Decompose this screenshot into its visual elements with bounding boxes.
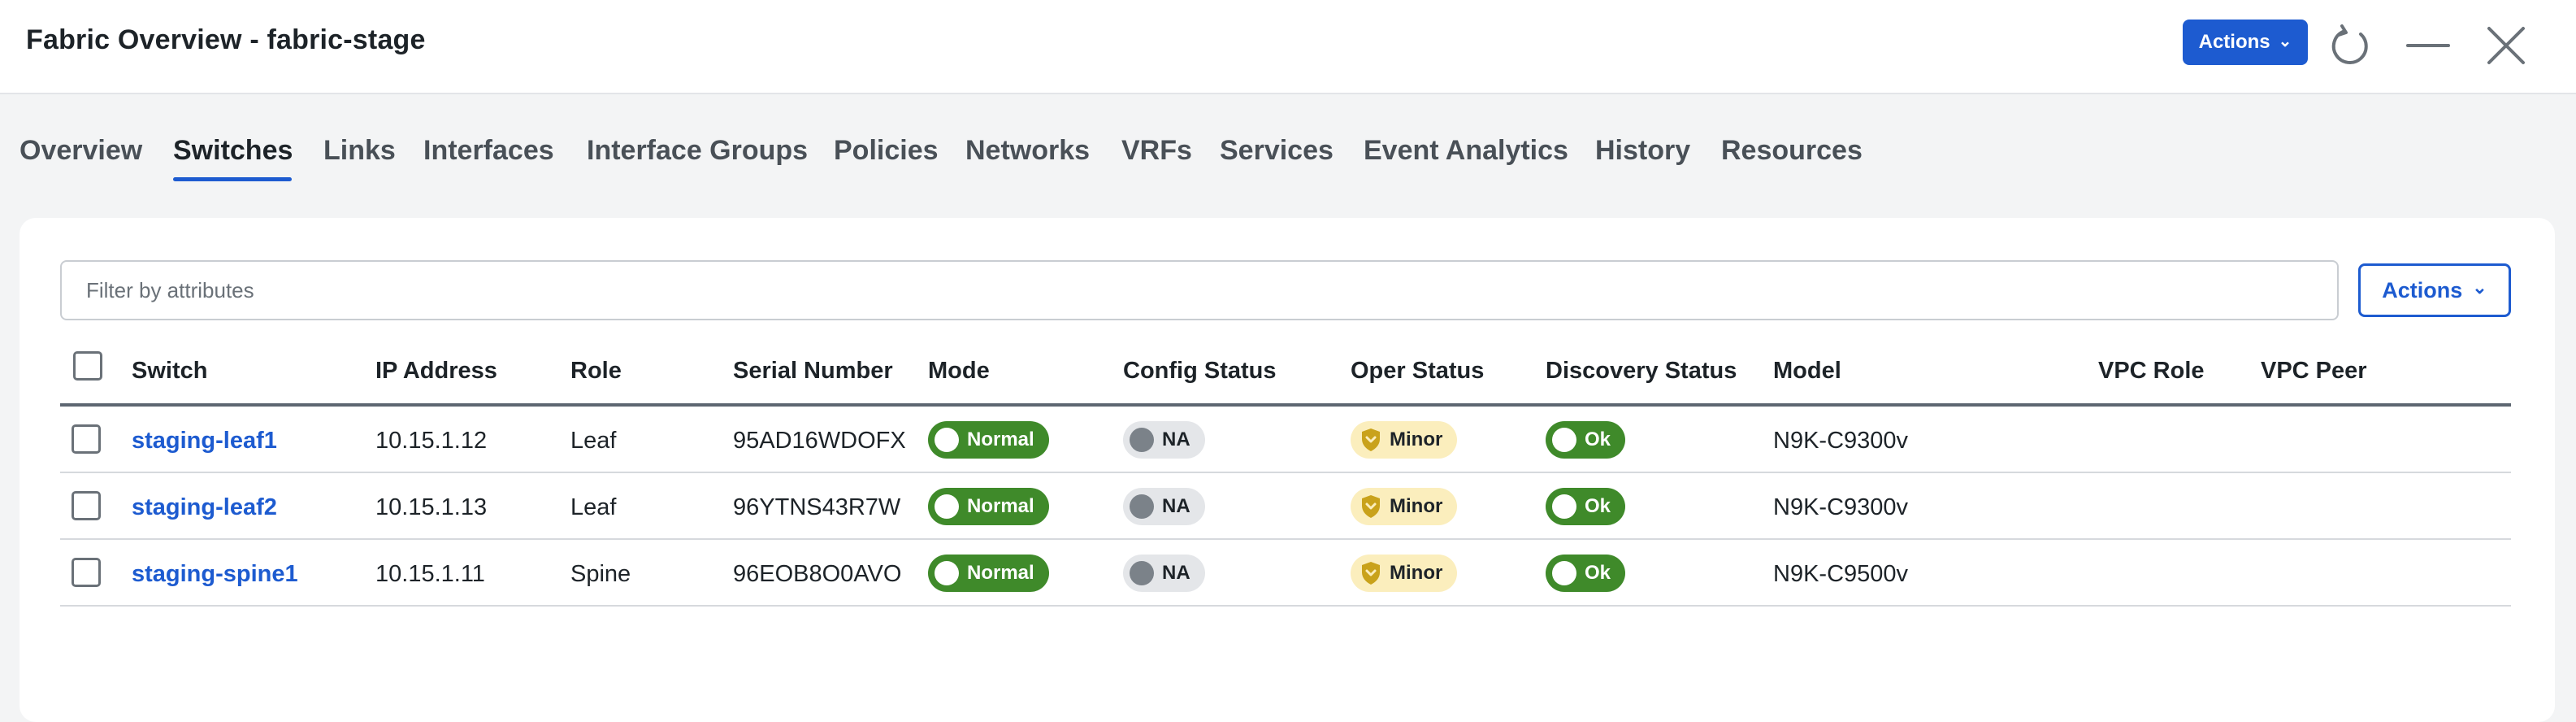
title-bar: Fabric Overview - fabric-stage Actions ⌄: [0, 0, 2576, 94]
column-header-role[interactable]: Role: [570, 358, 622, 385]
discovery-status-badge: Ok: [1546, 555, 1626, 592]
mode-label: Normal: [967, 495, 1034, 517]
refresh-icon: [2331, 24, 2368, 64]
role: Leaf: [570, 494, 617, 520]
actions-dropdown-button[interactable]: Actions ⌄: [2183, 20, 2308, 65]
role: Leaf: [570, 428, 617, 454]
chevron-down-icon: ⌄: [2472, 277, 2487, 298]
tab-policies[interactable]: Policies: [834, 135, 939, 167]
window-title: Fabric Overview - fabric-stage: [26, 24, 426, 55]
discovery-status-label: Ok: [1585, 495, 1611, 517]
config-status-label: NA: [1162, 428, 1190, 450]
tab-resources[interactable]: Resources: [1721, 135, 1863, 167]
tab-bar: Overview Switches Links Interfaces Inter…: [0, 122, 2576, 195]
tab-overview[interactable]: Overview: [20, 135, 142, 167]
oper-status-label: Minor: [1390, 562, 1443, 584]
ip-address: 10.15.1.12: [375, 428, 488, 454]
shield-warning-icon: [1360, 561, 1381, 585]
tab-event-analytics[interactable]: Event Analytics: [1364, 135, 1568, 167]
status-dot-icon: [1130, 494, 1154, 519]
column-header-mode[interactable]: Mode: [928, 358, 990, 385]
discovery-status-label: Ok: [1585, 428, 1611, 450]
table-actions-button[interactable]: Actions ⌄: [2358, 263, 2511, 317]
tab-history[interactable]: History: [1595, 135, 1690, 167]
tab-networks[interactable]: Networks: [965, 135, 1090, 167]
column-header-model[interactable]: Model: [1773, 358, 1841, 385]
tab-services[interactable]: Services: [1220, 135, 1334, 167]
close-button[interactable]: [2480, 20, 2532, 72]
mode-badge: Normal: [928, 488, 1049, 525]
oper-status-label: Minor: [1390, 495, 1443, 517]
model: N9K-C9300v: [1773, 428, 1909, 454]
status-dot-icon: [935, 494, 959, 519]
table-row[interactable]: staging-spine1 10.15.1.11 Spine 96EOB8O0…: [60, 540, 2511, 607]
discovery-status-badge: Ok: [1546, 488, 1626, 525]
role: Spine: [570, 561, 631, 587]
tab-switches[interactable]: Switches: [173, 135, 293, 167]
minimize-icon: [2406, 44, 2450, 47]
table-row[interactable]: staging-leaf1 10.15.1.12 Leaf 95AD16WDOF…: [60, 407, 2511, 473]
switch-name-link[interactable]: staging-leaf2: [132, 494, 277, 521]
ip-address: 10.15.1.13: [375, 494, 488, 520]
active-tab-indicator: [173, 177, 292, 181]
mode-label: Normal: [967, 562, 1034, 584]
serial-number: 96EOB8O0AVO: [733, 561, 902, 587]
column-header-vpc-role[interactable]: VPC Role: [2098, 358, 2205, 385]
column-header-ip-address[interactable]: IP Address: [375, 358, 497, 385]
status-dot-icon: [1552, 428, 1576, 452]
serial-number: 95AD16WDOFX: [733, 428, 906, 454]
tab-interfaces[interactable]: Interfaces: [423, 135, 554, 167]
close-icon: [2487, 27, 2525, 64]
row-checkbox[interactable]: [72, 491, 101, 520]
table-actions-label: Actions: [2382, 277, 2463, 302]
serial-number: 96YTNS43R7W: [733, 494, 901, 520]
status-dot-icon: [1552, 561, 1576, 585]
status-dot-icon: [1130, 561, 1154, 585]
minimize-button[interactable]: [2402, 20, 2454, 72]
oper-status-badge: Minor: [1351, 488, 1458, 525]
status-dot-icon: [1552, 494, 1576, 519]
tab-vrfs[interactable]: VRFs: [1121, 135, 1192, 167]
filter-input[interactable]: [60, 260, 2339, 320]
switch-name-link[interactable]: staging-leaf1: [132, 428, 277, 455]
row-checkbox[interactable]: [72, 424, 101, 454]
select-all-checkbox[interactable]: [73, 351, 102, 381]
config-status-label: NA: [1162, 562, 1190, 584]
oper-status-badge: Minor: [1351, 421, 1458, 459]
column-header-switch[interactable]: Switch: [132, 358, 207, 385]
column-header-vpc-peer[interactable]: VPC Peer: [2261, 358, 2367, 385]
row-checkbox[interactable]: [72, 558, 101, 587]
model: N9K-C9300v: [1773, 494, 1909, 520]
status-dot-icon: [1130, 428, 1154, 452]
config-status-badge: NA: [1123, 421, 1205, 459]
discovery-status-label: Ok: [1585, 562, 1611, 584]
column-header-oper-status[interactable]: Oper Status: [1351, 358, 1484, 385]
config-status-label: NA: [1162, 495, 1190, 517]
status-dot-icon: [935, 561, 959, 585]
oper-status-badge: Minor: [1351, 555, 1458, 592]
ip-address: 10.15.1.11: [375, 561, 485, 587]
column-header-discovery-status[interactable]: Discovery Status: [1546, 358, 1737, 385]
column-header-serial-number[interactable]: Serial Number: [733, 358, 893, 385]
mode-label: Normal: [967, 428, 1034, 450]
actions-label: Actions: [2198, 31, 2270, 53]
config-status-badge: NA: [1123, 555, 1205, 592]
tab-links[interactable]: Links: [323, 135, 396, 167]
status-dot-icon: [935, 428, 959, 452]
table-row[interactable]: staging-leaf2 10.15.1.13 Leaf 96YTNS43R7…: [60, 473, 2511, 540]
model: N9K-C9500v: [1773, 561, 1909, 587]
chevron-down-icon: ⌄: [2278, 32, 2292, 50]
mode-badge: Normal: [928, 421, 1049, 459]
column-header-config-status[interactable]: Config Status: [1123, 358, 1277, 385]
config-status-badge: NA: [1123, 488, 1205, 525]
shield-warning-icon: [1360, 428, 1381, 452]
table-header: Switch IP Address Role Serial Number Mod…: [60, 341, 2511, 407]
tab-interface-groups[interactable]: Interface Groups: [587, 135, 808, 167]
switch-name-link[interactable]: staging-spine1: [132, 561, 298, 588]
shield-warning-icon: [1360, 494, 1381, 519]
refresh-button[interactable]: [2324, 20, 2376, 72]
mode-badge: Normal: [928, 555, 1049, 592]
discovery-status-badge: Ok: [1546, 421, 1626, 459]
oper-status-label: Minor: [1390, 428, 1443, 450]
